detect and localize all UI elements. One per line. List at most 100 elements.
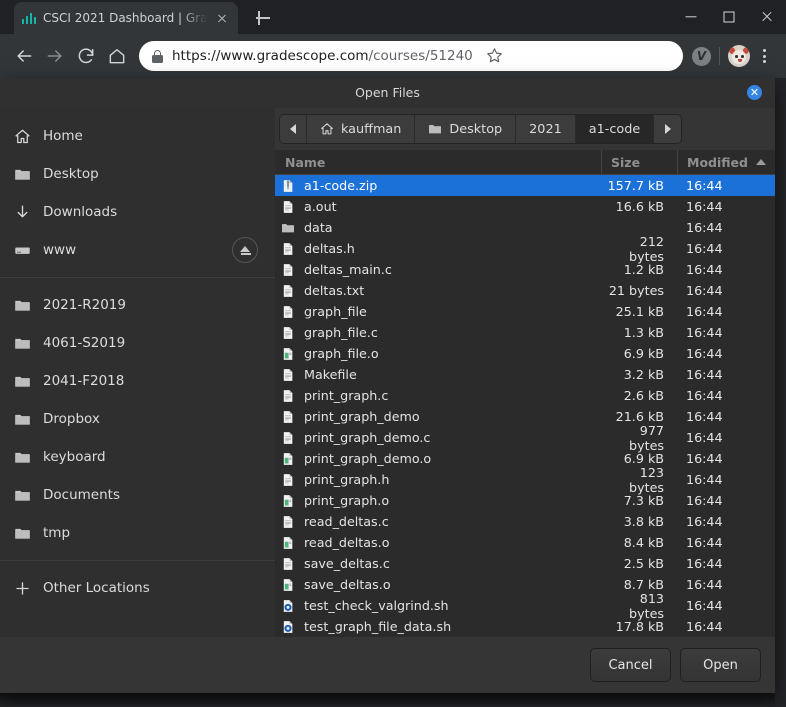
sidebar-item-4061-s2019[interactable]: 4061-S2019 bbox=[0, 324, 275, 362]
file-size: 17.8 kB bbox=[615, 619, 664, 634]
back-button[interactable] bbox=[9, 41, 39, 71]
sidebar-item-label: www bbox=[43, 242, 77, 258]
sidebar-item-2021-r2019[interactable]: 2021-R2019 bbox=[0, 286, 275, 324]
extension-icon[interactable]: V bbox=[692, 46, 711, 66]
breadcrumb-label: kauffman bbox=[341, 121, 402, 137]
sidebar-item-keyboard[interactable]: keyboard bbox=[0, 438, 275, 476]
object-file-icon bbox=[283, 494, 293, 507]
url-domain: https://www.gradescope.com bbox=[172, 48, 369, 64]
table-row[interactable]: read_deltas.o 8.4 kB 16:44 bbox=[275, 532, 775, 553]
text-file-icon bbox=[283, 242, 293, 255]
table-row[interactable]: graph_file.o 6.9 kB 16:44 bbox=[275, 343, 775, 364]
sidebar-item-tmp[interactable]: tmp bbox=[0, 514, 275, 552]
avatar[interactable] bbox=[728, 45, 750, 67]
sidebar-item-desktop[interactable]: Desktop bbox=[0, 155, 275, 193]
home-button[interactable] bbox=[102, 41, 132, 71]
reload-button[interactable] bbox=[71, 41, 101, 71]
table-row[interactable]: print_graph_demo 21.6 kB 16:44 bbox=[275, 406, 775, 427]
file-name-cell: print_graph_demo.o bbox=[275, 451, 601, 466]
sidebar-item-2041-f2018[interactable]: 2041-F2018 bbox=[0, 362, 275, 400]
sidebar-item-label: Desktop bbox=[43, 166, 99, 182]
open-button[interactable]: Open bbox=[680, 648, 761, 682]
column-header-name[interactable]: Name bbox=[275, 150, 601, 174]
table-row[interactable]: test_graph_file_data.sh 17.8 kB 16:44 bbox=[275, 616, 775, 637]
minimize-button[interactable] bbox=[672, 0, 710, 34]
table-row[interactable]: save_deltas.c 2.5 kB 16:44 bbox=[275, 553, 775, 574]
table-row[interactable]: read_deltas.c 3.8 kB 16:44 bbox=[275, 511, 775, 532]
table-row[interactable]: deltas.txt 21 bytes 16:44 bbox=[275, 280, 775, 301]
table-row[interactable]: graph_file 25.1 kB 16:44 bbox=[275, 301, 775, 322]
column-header-size[interactable]: Size bbox=[601, 150, 677, 174]
file-size: 157.7 kB bbox=[607, 178, 664, 193]
breadcrumb-desktop[interactable]: Desktop bbox=[415, 115, 517, 143]
folder-icon bbox=[15, 414, 30, 425]
table-row[interactable]: print_graph.h 123 bytes 16:44 bbox=[275, 465, 775, 495]
file-name-cell: test_check_valgrind.sh bbox=[275, 598, 601, 613]
table-row[interactable]: test_check_valgrind.sh 813 bytes 16:44 bbox=[275, 591, 775, 621]
three-dot-menu-icon[interactable] bbox=[751, 43, 777, 69]
sidebar-item-documents[interactable]: Documents bbox=[0, 476, 275, 514]
close-icon[interactable]: ✕ bbox=[747, 85, 762, 100]
file-name: read_deltas.c bbox=[304, 514, 389, 529]
file-name: graph_file.o bbox=[304, 346, 379, 361]
maximize-button[interactable] bbox=[710, 0, 748, 34]
table-row[interactable]: print_graph.o 7.3 kB 16:44 bbox=[275, 490, 775, 511]
archive-file-icon bbox=[283, 179, 293, 192]
bookmark-star-icon[interactable] bbox=[482, 43, 508, 69]
path-prev-button[interactable] bbox=[280, 115, 307, 143]
file-modified: 16:44 bbox=[686, 619, 723, 634]
sidebar-item-dropbox[interactable]: Dropbox bbox=[0, 400, 275, 438]
file-name-cell: deltas.h bbox=[275, 241, 601, 256]
reload-icon bbox=[78, 48, 94, 64]
breadcrumb-2021[interactable]: 2021 bbox=[516, 115, 576, 143]
file-list-rows[interactable]: a1-code.zip 157.7 kB 16:44 a.out 16.6 kB… bbox=[275, 175, 775, 637]
file-name-cell: test_graph_file_data.sh bbox=[275, 619, 601, 634]
tab-title: CSCI 2021 Dashboard | Grad bbox=[43, 11, 207, 25]
cancel-button[interactable]: Cancel bbox=[590, 648, 671, 682]
sidebar-item-home[interactable]: Home bbox=[0, 117, 275, 155]
bar-chart-icon bbox=[22, 12, 36, 24]
close-window-button[interactable] bbox=[748, 0, 786, 34]
breadcrumb-kauffman[interactable]: kauffman bbox=[307, 115, 416, 143]
file-name: test_check_valgrind.sh bbox=[304, 598, 449, 613]
sidebar-item-label: keyboard bbox=[43, 449, 106, 465]
table-row[interactable]: data 16:44 bbox=[275, 217, 775, 238]
table-row[interactable]: print_graph_demo.o 6.9 kB 16:44 bbox=[275, 448, 775, 469]
toolbar-divider bbox=[719, 47, 720, 65]
table-row[interactable]: save_deltas.o 8.7 kB 16:44 bbox=[275, 574, 775, 595]
table-row[interactable]: a.out 16.6 kB 16:44 bbox=[275, 196, 775, 217]
table-row[interactable]: a1-code.zip 157.7 kB 16:44 bbox=[275, 175, 775, 196]
table-row[interactable]: deltas_main.c 1.2 kB 16:44 bbox=[275, 259, 775, 280]
file-name: print_graph.h bbox=[304, 472, 390, 487]
file-name-cell: graph_file.o bbox=[275, 346, 601, 361]
address-bar[interactable]: https://www.gradescope.com/courses/51240 bbox=[139, 41, 683, 71]
dialog-title: Open Files bbox=[355, 85, 420, 100]
column-header-modified[interactable]: Modified bbox=[677, 150, 775, 174]
file-modified: 16:44 bbox=[686, 493, 723, 508]
dialog-shadow bbox=[0, 693, 775, 707]
file-modified: 16:44 bbox=[686, 451, 723, 466]
close-icon[interactable] bbox=[214, 10, 230, 26]
path-next-button[interactable] bbox=[654, 115, 682, 143]
browser-tab[interactable]: CSCI 2021 Dashboard | Grad bbox=[14, 2, 238, 34]
eject-icon[interactable] bbox=[232, 237, 258, 263]
object-file-icon bbox=[283, 347, 293, 360]
forward-button[interactable] bbox=[40, 41, 70, 71]
table-row[interactable]: Makefile 3.2 kB 16:44 bbox=[275, 364, 775, 385]
script-file-icon bbox=[283, 620, 293, 633]
sidebar-item-other-locations[interactable]: Other Locations bbox=[0, 569, 275, 607]
text-file-icon bbox=[283, 410, 293, 423]
folder-icon bbox=[15, 490, 30, 501]
sidebar-item-label: 4061-S2019 bbox=[43, 335, 126, 351]
sidebar-item-www[interactable]: www bbox=[0, 231, 275, 269]
new-tab-button[interactable] bbox=[252, 7, 274, 29]
table-row[interactable]: graph_file.c 1.3 kB 16:44 bbox=[275, 322, 775, 343]
file-name-cell: Makefile bbox=[275, 367, 601, 382]
breadcrumb-a1-code[interactable]: a1-code bbox=[575, 115, 655, 143]
table-row[interactable]: deltas.h 212 bytes 16:44 bbox=[275, 234, 775, 264]
table-row[interactable]: print_graph_demo.c 977 bytes 16:44 bbox=[275, 423, 775, 453]
sidebar-item-downloads[interactable]: Downloads bbox=[0, 193, 275, 231]
folder-icon bbox=[282, 223, 294, 232]
table-row[interactable]: print_graph.c 2.6 kB 16:44 bbox=[275, 385, 775, 406]
breadcrumb-label: Desktop bbox=[449, 121, 503, 137]
